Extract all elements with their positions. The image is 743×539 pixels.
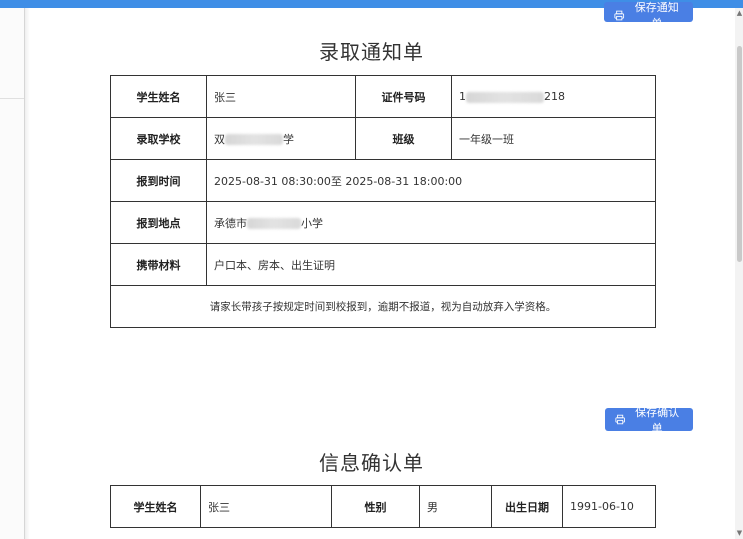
info-confirm-table: 学生姓名 张三 性别 男 出生日期 1991-06-10 (110, 485, 656, 528)
save-confirm-button[interactable]: 保存确认单 (605, 406, 693, 435)
school-prefix: 双 (214, 132, 225, 146)
notice-title: 录取通知单 (319, 40, 424, 64)
id-number-label: 证件号码 (355, 75, 452, 118)
report-place-prefix: 承德市 (214, 216, 247, 230)
table-row: 录取学校 双学 班级 一年级一班 (110, 117, 656, 160)
birth-date-value: 1991-06-10 (562, 485, 656, 528)
table-row: 学生姓名 张三 证件号码 1 218 (110, 75, 656, 118)
report-place-label: 报到地点 (110, 201, 207, 244)
id-number-value: 1 218 (451, 75, 656, 118)
gender-value: 男 (419, 485, 492, 528)
materials-value: 户口本、房本、出生证明 (206, 243, 656, 286)
report-time-value: 2025-08-31 08:30:00至 2025-08-31 18:00:00 (206, 159, 656, 202)
left-panel-divider (0, 98, 24, 99)
id-number-suffix: 218 (544, 90, 565, 103)
school-value: 双学 (206, 117, 356, 160)
class-label: 班级 (355, 117, 452, 160)
school-label: 录取学校 (110, 117, 207, 160)
save-notice-button-label: 保存通知单 (634, 1, 679, 30)
gender-label: 性别 (331, 485, 420, 528)
confirm-title: 信息确认单 (319, 451, 424, 475)
student-name-label: 学生姓名 (110, 75, 207, 118)
confirm-student-name-label: 学生姓名 (110, 485, 201, 528)
birth-date-label: 出生日期 (491, 485, 563, 528)
table-row: 携带材料 户口本、房本、出生证明 (110, 243, 656, 286)
table-row: 学生姓名 张三 性别 男 出生日期 1991-06-10 (110, 485, 656, 528)
redacted-blur (225, 134, 283, 145)
materials-label: 携带材料 (110, 243, 207, 286)
scroll-down-icon[interactable]: ▼ (736, 529, 743, 537)
notice-text: 请家长带孩子按规定时间到校报到，逾期不报道，视为自动放弃入学资格。 (110, 285, 656, 328)
table-row: 报到时间 2025-08-31 08:30:00至 2025-08-31 18:… (110, 159, 656, 202)
admission-notice-table: 学生姓名 张三 证件号码 1 218 录取学校 双学 班级 一年级一班 报到时间 … (110, 75, 656, 328)
school-suffix: 学 (283, 132, 294, 146)
report-time-label: 报到时间 (110, 159, 207, 202)
confirm-student-name-value: 张三 (200, 485, 332, 528)
table-row: 请家长带孩子按规定时间到校报到，逾期不报道，视为自动放弃入学资格。 (110, 285, 656, 328)
student-name-value: 张三 (206, 75, 356, 118)
printer-icon (615, 414, 625, 425)
scroll-up-icon[interactable]: ▲ (736, 9, 743, 17)
report-place-value: 承德市 小学 (206, 201, 656, 244)
save-confirm-button-label: 保存确认单 (635, 405, 680, 435)
id-number-prefix: 1 (459, 90, 466, 103)
redacted-blur (466, 91, 544, 103)
table-row: 报到地点 承德市 小学 (110, 201, 656, 244)
report-place-suffix: 小学 (301, 216, 323, 230)
vertical-scrollbar-thumb[interactable] (737, 46, 742, 262)
redacted-blur (247, 218, 301, 229)
printer-icon (614, 10, 625, 20)
class-value: 一年级一班 (451, 117, 656, 160)
save-notice-button[interactable]: 保存通知单 (604, 1, 693, 30)
